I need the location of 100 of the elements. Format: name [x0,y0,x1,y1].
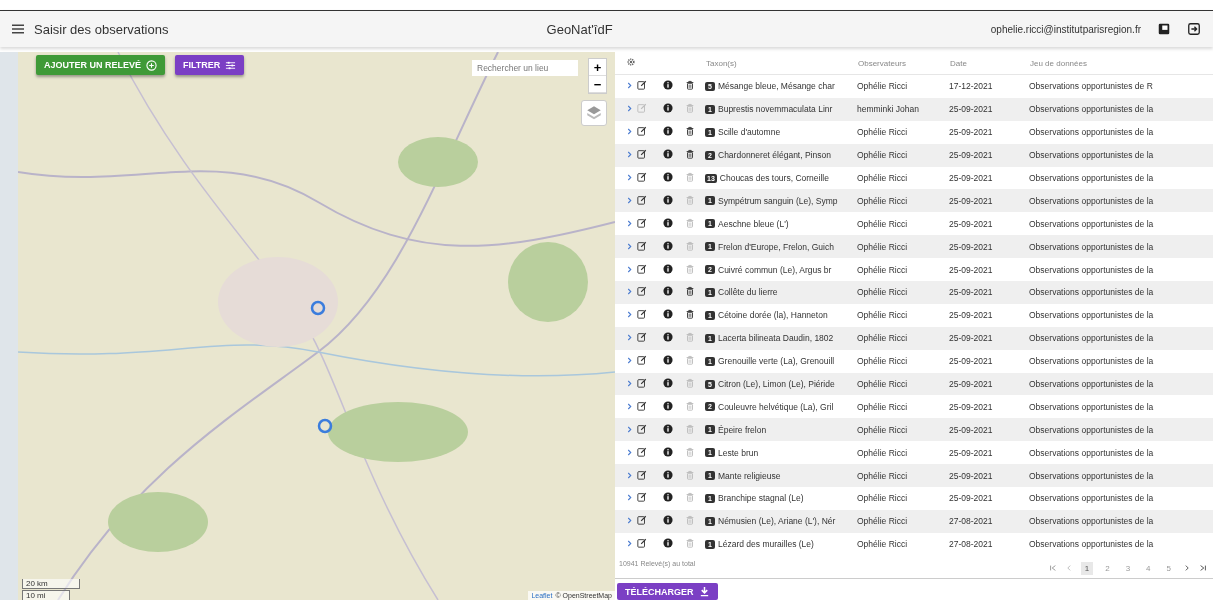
trash-icon[interactable] [685,309,695,320]
info-icon[interactable] [663,538,673,549]
observer-cell: Ophélie Ricci [857,195,908,206]
edit-icon[interactable] [637,492,647,503]
info-icon[interactable] [663,446,673,457]
edit-icon[interactable] [637,515,647,526]
expand-icon[interactable] [627,357,632,365]
logout-icon[interactable] [1187,22,1201,36]
place-search-field[interactable]: Rechercher un lieu [472,60,578,76]
filter-button[interactable]: FILTRER [175,55,245,75]
info-icon[interactable] [663,149,673,160]
info-icon[interactable] [663,400,673,411]
next-page-icon[interactable] [1183,564,1191,573]
info-icon[interactable] [663,469,673,480]
trash-icon[interactable] [685,286,695,297]
dataset-cell: Observations opportunistes de la [1029,310,1154,321]
edit-icon[interactable] [637,194,647,205]
expand-icon[interactable] [627,448,632,456]
zoom-in-button[interactable]: + [589,59,606,76]
download-button[interactable]: TÉLÉCHARGER [617,583,718,600]
add-record-button[interactable]: AJOUTER UN RELEVÉ [36,55,165,75]
info-icon[interactable] [663,263,673,274]
expand-icon[interactable] [627,311,632,319]
info-icon[interactable] [663,423,673,434]
info-icon[interactable] [663,332,673,343]
expand-icon[interactable] [627,196,632,204]
menu-icon[interactable] [12,24,24,34]
date-cell: 25-09-2021 [949,447,993,458]
book-icon[interactable] [1157,22,1171,36]
info-icon[interactable] [663,515,673,526]
column-header[interactable]: Jeu de données [1030,58,1087,68]
info-icon[interactable] [663,194,673,205]
settings-icon[interactable] [627,58,635,66]
date-cell: 25-09-2021 [949,104,993,115]
page-button[interactable]: 3 [1121,561,1135,575]
info-icon[interactable] [663,240,673,251]
date-cell: 25-09-2021 [949,470,993,481]
column-header[interactable]: Taxon(s) [706,58,737,68]
last-page-icon[interactable] [1199,564,1207,573]
marker-icon[interactable] [317,418,333,434]
info-icon[interactable] [663,286,673,297]
info-icon[interactable] [663,80,673,91]
layers-button[interactable] [581,100,607,126]
expand-icon[interactable] [627,425,632,433]
edit-icon[interactable] [637,469,647,480]
edit-icon[interactable] [637,80,647,91]
info-icon[interactable] [663,355,673,366]
edit-icon[interactable] [637,400,647,411]
edit-icon[interactable] [637,286,647,297]
info-icon[interactable] [663,172,673,182]
page-button[interactable]: 2 [1101,561,1114,575]
zoom-out-button[interactable]: − [589,76,606,93]
expand-icon[interactable] [627,402,632,410]
trash-icon[interactable] [685,126,695,137]
edit-icon[interactable] [637,240,647,251]
observer-cell: Ophélie Ricci [857,81,908,92]
expand-icon[interactable] [627,540,632,548]
trash-icon[interactable] [685,80,695,91]
expand-icon[interactable] [627,380,632,387]
edit-icon[interactable] [637,217,647,228]
expand-icon[interactable] [627,174,632,181]
date-cell: 25-09-2021 [949,424,993,435]
edit-icon[interactable] [637,538,647,549]
edit-icon[interactable] [637,172,647,182]
info-icon[interactable] [663,126,673,137]
marker-icon[interactable] [310,300,326,316]
column-header[interactable]: Date [950,58,967,68]
edit-icon[interactable] [637,149,647,160]
edit-icon[interactable] [637,423,647,434]
edit-icon[interactable] [637,332,647,343]
expand-icon[interactable] [627,151,632,159]
edit-icon[interactable] [637,263,647,274]
trash-icon[interactable] [685,149,695,160]
info-icon[interactable] [663,309,673,320]
expand-icon[interactable] [627,265,632,273]
expand-icon[interactable] [627,494,632,502]
expand-icon[interactable] [627,219,632,227]
plus-circle-icon [146,59,157,71]
edit-icon[interactable] [637,378,647,388]
edit-icon[interactable] [637,309,647,320]
info-icon[interactable] [663,103,673,114]
page-button[interactable]: 1 [1080,561,1094,575]
edit-icon[interactable] [637,355,647,366]
expand-icon[interactable] [627,242,632,250]
column-header[interactable]: Observateurs [858,58,907,68]
info-icon[interactable] [663,217,673,228]
info-icon[interactable] [663,378,673,388]
expand-icon[interactable] [627,517,632,525]
expand-icon[interactable] [627,334,632,342]
edit-icon[interactable] [637,446,647,457]
page-button[interactable]: 5 [1162,561,1175,575]
edit-icon[interactable] [637,126,647,137]
expand-icon[interactable] [627,105,632,113]
expand-icon[interactable] [627,471,632,479]
expand-icon[interactable] [627,128,632,136]
info-icon[interactable] [663,492,673,503]
user-email: ophelie.ricci@institutparisregion.fr [990,23,1141,35]
page-button[interactable]: 4 [1142,561,1155,575]
expand-icon[interactable] [627,288,632,296]
expand-icon[interactable] [627,82,632,90]
